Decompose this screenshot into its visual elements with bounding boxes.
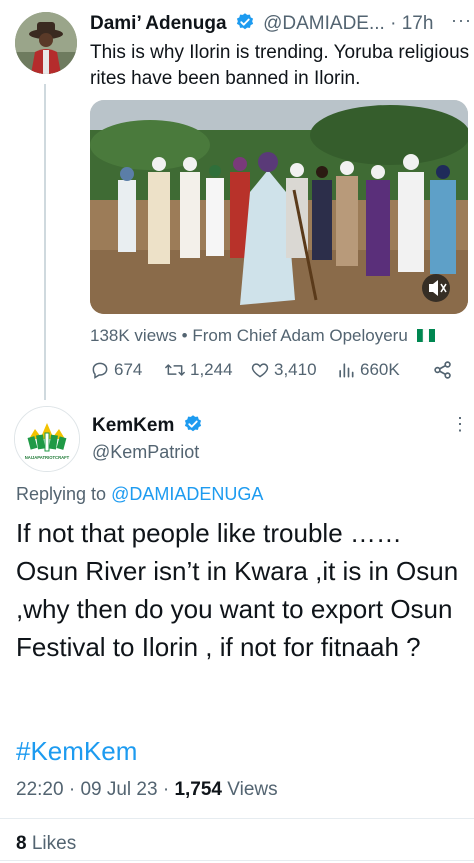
divider <box>0 818 474 819</box>
replying-to-line: Replying to @DAMIADENUGA <box>16 484 263 505</box>
separator-dot: · <box>68 779 76 800</box>
share-button[interactable] <box>432 359 454 381</box>
avatar[interactable]: NAIJAPATRIOTCRAFT <box>14 406 80 472</box>
video-frame <box>90 100 468 314</box>
author-handle[interactable]: @DAMIADE... <box>263 13 385 34</box>
likes-summary[interactable]: 8 Likes <box>16 833 76 855</box>
share-icon <box>434 361 451 379</box>
reply-mention-link[interactable]: @DAMIADENUGA <box>111 484 263 504</box>
hashtag-link[interactable]: #KemKem <box>16 736 137 767</box>
tweet-actions-bar: 674 1,244 3,410 660K <box>90 358 468 382</box>
verified-badge-icon <box>183 414 203 440</box>
video-source[interactable]: From Chief Adam Opeloyeru <box>192 326 407 345</box>
video-view-count: 138K views <box>90 326 177 345</box>
analytics-button[interactable]: 660K <box>336 360 432 380</box>
author-name-row: KemKem <box>92 414 206 440</box>
thread-connector-line <box>44 84 46 400</box>
views-label: Views <box>227 779 278 800</box>
retweet-button[interactable]: 1,244 <box>164 360 250 380</box>
views-count: 1,754 <box>174 779 222 800</box>
reply-count: 674 <box>114 360 143 379</box>
nigeria-flag-icon <box>416 327 435 343</box>
tweet-time[interactable]: 22:20 <box>16 779 64 800</box>
tweet-text: If not that people like trouble …… Osun … <box>16 518 459 662</box>
like-button[interactable]: 3,410 <box>250 360 336 380</box>
replying-to-label: Replying to <box>16 484 107 504</box>
separator-dot: · <box>162 779 170 800</box>
tweet-meta: 22:20 · 09 Jul 23 · 1,754 Views <box>16 779 278 801</box>
kemkem-logo-icon: NAIJAPATRIOTCRAFT <box>15 407 79 471</box>
reply-icon <box>92 362 108 379</box>
author-handle[interactable]: @KemPatriot <box>92 442 199 463</box>
likes-count: 8 <box>16 833 27 854</box>
avatar-image <box>15 12 77 74</box>
like-count: 3,410 <box>274 360 317 379</box>
analytics-icon <box>339 363 354 378</box>
view-count: 660K <box>360 360 400 379</box>
retweet-icon <box>165 364 185 376</box>
author-name[interactable]: Dami’ Adenuga <box>90 13 227 34</box>
reply-button[interactable]: 674 <box>90 360 164 380</box>
bullet-separator: • <box>181 326 188 345</box>
divider <box>0 860 474 861</box>
svg-text:NAIJAPATRIOTCRAFT: NAIJAPATRIOTCRAFT <box>25 455 70 460</box>
retweet-count: 1,244 <box>190 360 233 379</box>
video-thumbnail[interactable] <box>90 100 468 314</box>
more-options-icon[interactable]: ⋮ <box>451 414 469 435</box>
verified-badge-icon <box>235 12 255 38</box>
heart-icon <box>251 363 269 378</box>
more-options-icon[interactable]: ··· <box>451 10 472 31</box>
video-views-line: 138K views • From Chief Adam Opeloyeru <box>90 326 435 346</box>
tweet-date[interactable]: 09 Jul 23 <box>80 779 157 800</box>
separator-dot: · <box>390 13 397 34</box>
tweet-time[interactable]: 17h <box>402 13 434 34</box>
tweet1-header: Dami’ Adenuga @DAMIADE... · 17h <box>90 12 433 38</box>
tweet-text: This is why Ilorin is trending. Yoruba r… <box>90 42 470 89</box>
avatar[interactable] <box>15 12 77 74</box>
author-name[interactable]: KemKem <box>92 415 174 436</box>
likes-label: Likes <box>31 833 77 854</box>
